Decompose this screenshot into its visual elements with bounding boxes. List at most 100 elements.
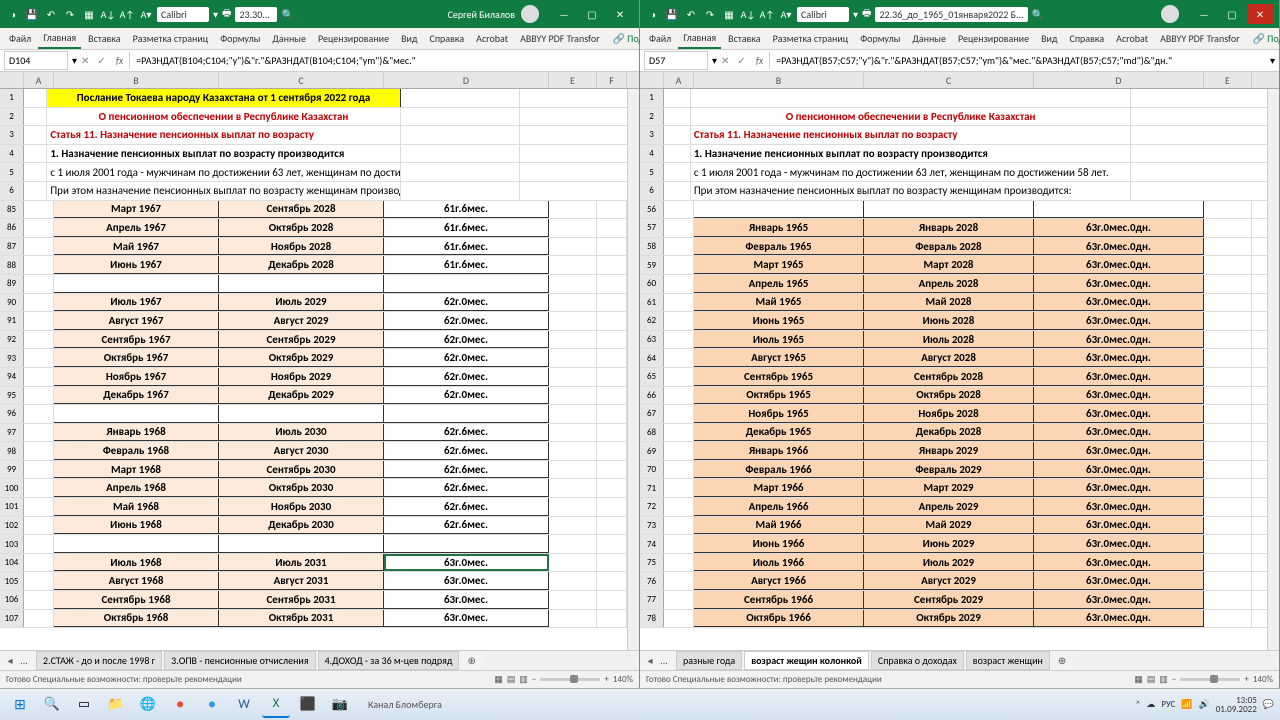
row-header[interactable]: 102 <box>0 517 24 535</box>
cell[interactable]: Декабрь 2028 <box>864 424 1034 442</box>
qat-icon[interactable]: ▦ <box>722 7 736 21</box>
cell[interactable] <box>664 201 694 219</box>
cell[interactable]: Октябрь 2031 <box>219 610 384 628</box>
cell[interactable] <box>664 405 694 423</box>
row-header[interactable]: 76 <box>640 572 664 590</box>
row-header[interactable]: 96 <box>0 405 24 423</box>
cell[interactable]: Декабрь 1967 <box>54 387 219 405</box>
ribbon-tab[interactable]: Данные <box>267 29 311 48</box>
titlebar[interactable]: ◑ 💾 ↶ ↷ ▦ A↓ A↑ A▾ Calibri ▾ 🖶 22.36_до_… <box>640 0 1279 28</box>
cell[interactable]: Апрель 1967 <box>54 219 219 237</box>
column-header[interactable]: B <box>54 72 219 88</box>
view-normal-icon[interactable]: ▦ <box>1134 674 1143 685</box>
row-header[interactable]: 64 <box>640 349 664 367</box>
row-header[interactable]: 93 <box>0 349 24 367</box>
print-icon[interactable]: 🖶 <box>862 6 871 23</box>
cell[interactable] <box>1204 610 1252 628</box>
search-taskbar-icon[interactable]: 🔍 <box>38 692 66 718</box>
cell[interactable]: 63г.0мес.0дн. <box>1034 610 1204 628</box>
cell[interactable] <box>24 517 54 535</box>
cell[interactable] <box>1204 498 1252 516</box>
cell[interactable]: Март 1966 <box>694 479 864 497</box>
cell[interactable] <box>1204 238 1252 256</box>
qat-icon[interactable]: A↓ <box>101 7 115 21</box>
cell[interactable]: При этом назначение пенсионных выплат по… <box>691 182 1132 200</box>
print-icon[interactable]: 🖶 <box>222 6 231 23</box>
cell[interactable]: 62г.0мес. <box>384 294 549 312</box>
cell[interactable] <box>1131 163 1279 181</box>
qat-icon[interactable]: A↓ <box>741 7 755 21</box>
notification-icon[interactable]: 💬 <box>1263 699 1274 710</box>
cell[interactable]: 63г.0мес. <box>384 554 549 572</box>
cell[interactable]: 63г.0мес. <box>384 572 549 590</box>
cell[interactable] <box>597 275 627 293</box>
cell[interactable] <box>1204 368 1252 386</box>
cell[interactable] <box>694 201 864 219</box>
row-header[interactable]: 87 <box>0 238 24 256</box>
cell[interactable]: Ноябрь 2030 <box>219 498 384 516</box>
cell[interactable] <box>597 349 627 367</box>
cell[interactable]: Март 1968 <box>54 461 219 479</box>
cell[interactable] <box>1204 442 1252 460</box>
cell[interactable]: Апрель 1968 <box>54 479 219 497</box>
cell[interactable] <box>664 256 694 274</box>
zoom-level[interactable]: 140% <box>1253 674 1273 685</box>
cell[interactable]: Февраль 1965 <box>694 238 864 256</box>
cell[interactable] <box>597 201 627 219</box>
tray-icon[interactable]: ☁ <box>1146 699 1155 710</box>
row-header[interactable]: 6 <box>0 182 24 200</box>
cell[interactable] <box>549 461 597 479</box>
cell[interactable] <box>1204 387 1252 405</box>
cell[interactable]: 63г.0мес.0дн. <box>1034 331 1204 349</box>
cell[interactable]: Октябрь 1965 <box>694 387 864 405</box>
cell[interactable] <box>520 145 639 163</box>
ribbon-tab[interactable]: Файл <box>4 29 36 48</box>
row-header[interactable]: 2 <box>640 108 664 126</box>
ribbon-tab[interactable]: Формулы <box>855 29 905 48</box>
cell[interactable] <box>24 238 54 256</box>
cell[interactable] <box>664 572 694 590</box>
taskbar-clock[interactable]: 13:05 01.09.2022 <box>1216 696 1257 714</box>
cell[interactable]: с 1 июля 2001 года - мужчинам по достиже… <box>691 163 1132 181</box>
cell[interactable]: 61г.6мес. <box>384 201 549 219</box>
ribbon-tab[interactable]: Acrobat <box>471 29 513 48</box>
ribbon-tab[interactable]: Справка <box>425 29 470 48</box>
cell[interactable] <box>24 256 54 274</box>
font-select[interactable]: Calibri <box>157 7 209 22</box>
cell[interactable] <box>664 535 694 553</box>
cell[interactable] <box>597 424 627 442</box>
cell[interactable]: 61г.6мес. <box>384 238 549 256</box>
cell[interactable]: 62г.0мес. <box>384 312 549 330</box>
cell[interactable]: 62г.6мес. <box>384 424 549 442</box>
cell[interactable] <box>597 610 627 628</box>
spreadsheet-grid[interactable]: ABCDEF 1Послание Токаева народу Казахста… <box>0 72 639 650</box>
cell[interactable] <box>549 368 597 386</box>
minimize-button[interactable]: — <box>551 4 577 24</box>
row-header[interactable]: 92 <box>0 331 24 349</box>
cell[interactable]: Август 1967 <box>54 312 219 330</box>
cell[interactable] <box>597 219 627 237</box>
cell[interactable] <box>24 145 47 163</box>
cell[interactable]: 63г.0мес.0дн. <box>1034 368 1204 386</box>
cell[interactable] <box>549 610 597 628</box>
cell[interactable]: 63г.0мес.0дн. <box>1034 219 1204 237</box>
column-header[interactable]: C <box>864 72 1034 88</box>
cell[interactable]: Март 2028 <box>864 256 1034 274</box>
cell[interactable]: Май 1966 <box>694 517 864 535</box>
ribbon-tab[interactable]: Файл <box>644 29 676 48</box>
cell[interactable] <box>664 163 691 181</box>
cell[interactable] <box>549 238 597 256</box>
cell[interactable]: Статья 11. Назначение пенсионных выплат … <box>47 126 400 144</box>
cell[interactable]: Апрель 1966 <box>694 498 864 516</box>
cell[interactable] <box>597 572 627 590</box>
cell[interactable]: Сентябрь 1968 <box>54 591 219 609</box>
ribbon-tab[interactable]: Формулы <box>215 29 265 48</box>
cell[interactable] <box>24 201 54 219</box>
cell[interactable] <box>24 572 54 590</box>
row-header[interactable]: 68 <box>640 424 664 442</box>
zoom-slider[interactable] <box>540 678 600 681</box>
ribbon-tab[interactable]: Справка <box>1065 29 1110 48</box>
ribbon-tab[interactable]: Главная <box>38 28 81 49</box>
cell[interactable]: 61г.6мес. <box>384 219 549 237</box>
cell[interactable]: 62г.6мес. <box>384 498 549 516</box>
